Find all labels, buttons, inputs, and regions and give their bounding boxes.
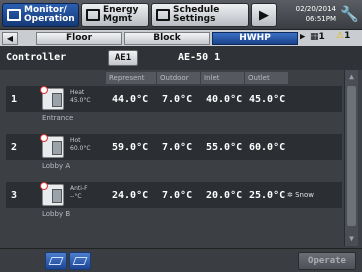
row-number: 2 <box>11 142 18 153</box>
mode-text: Heat <box>70 89 85 96</box>
mode-text: Anti-F <box>70 185 88 192</box>
tab-floor-label: Floor <box>65 33 93 43</box>
setpoint-text: --°C <box>70 193 82 200</box>
monitor-label-line2: Operation <box>24 14 75 24</box>
chevron-right-icon: ▶ <box>300 32 306 42</box>
wrench-icon[interactable]: 🔧 <box>340 5 359 23</box>
controller-row: Controller AE1 AE-50 1 <box>0 46 362 70</box>
setpoint-text: 60.0°C <box>70 145 91 152</box>
setpoint-text: 45.0°C <box>70 97 91 104</box>
snow-label: Snow <box>295 191 314 199</box>
heat-pump-icon <box>40 86 64 110</box>
warning-icon: ⚠ <box>336 31 345 41</box>
unit-name: Entrance <box>42 114 74 122</box>
tab-hwhp[interactable]: HWHP <box>212 32 298 45</box>
hwhp-list: Represent Outdoor Inlet Outlet 1 Heat 45… <box>6 72 342 248</box>
controller-button-label: AE1 <box>114 53 132 63</box>
mode-text: Hot <box>70 137 81 144</box>
energy-mgmt-button[interactable]: Energy Mgmt <box>81 3 149 27</box>
next-menu-button[interactable]: ▶ <box>251 3 277 27</box>
outlet-temp: 60.0°C <box>249 142 286 153</box>
status-badge <box>40 86 48 94</box>
list-item[interactable]: 1 Heat 45.0°C 44.0°C 7.0°C 40.0°C 45.0°C… <box>6 86 342 128</box>
represent-temp: 24.0°C <box>112 190 149 201</box>
energy-label-line2: Mgmt <box>103 14 133 24</box>
tab-row: ◀ Floor Block HWHP ▶ ▦1 ⚠1 <box>0 30 362 46</box>
operate-button[interactable]: Operate <box>298 252 356 270</box>
tab-block[interactable]: Block <box>124 32 210 45</box>
bottom-bar: Operate <box>0 248 362 272</box>
col-header-represent: Represent <box>106 72 156 84</box>
view-mode-b-button[interactable] <box>69 252 91 270</box>
group-count-indicator[interactable]: ▦1 <box>310 32 325 42</box>
col-header-outlet: Outlet <box>245 72 288 84</box>
status-badge <box>40 182 48 190</box>
status-badge <box>40 134 48 142</box>
fan-icon: ✲ <box>287 191 293 199</box>
inlet-temp: 20.0°C <box>206 190 243 201</box>
col-header-inlet: Inlet <box>201 72 244 84</box>
row-number: 3 <box>11 190 18 201</box>
unit-name: Lobby A <box>42 162 71 170</box>
controller-select-button[interactable]: AE1 <box>108 50 138 66</box>
schedule-settings-button[interactable]: Schedule Settings <box>151 3 249 27</box>
unit-name: Lobby B <box>42 210 71 218</box>
controller-name: AE-50 1 <box>178 52 221 63</box>
inlet-temp: 55.0°C <box>206 142 243 153</box>
outdoor-temp: 7.0°C <box>162 142 193 153</box>
energy-icon <box>86 9 100 21</box>
alert-count: 1 <box>344 31 351 41</box>
scroll-down-icon[interactable]: ▼ <box>345 232 358 246</box>
monitor-operation-button[interactable]: Monitor/ Operation <box>2 3 79 27</box>
mode-info: Hot 60.0°C <box>70 137 91 153</box>
view-mode-a-button[interactable] <box>45 252 67 270</box>
time-text: 06:51PM <box>305 15 336 23</box>
tab-prev-button[interactable]: ◀ <box>2 32 18 45</box>
represent-temp: 59.0°C <box>112 142 149 153</box>
mode-info: Anti-F --°C <box>70 185 88 201</box>
alert-indicator[interactable]: ⚠1 <box>336 31 350 41</box>
schedule-label-line2: Settings <box>173 14 216 24</box>
tab-block-label: Block <box>153 33 181 43</box>
col-header-outdoor: Outdoor <box>157 72 200 84</box>
play-icon: ▶ <box>259 7 269 23</box>
list-item[interactable]: 3 Anti-F --°C 24.0°C 7.0°C 20.0°C 25.0°C… <box>6 182 342 224</box>
grid-view-icon <box>48 257 64 265</box>
list-item[interactable]: 2 Hot 60.0°C 59.0°C 7.0°C 55.0°C 60.0°C … <box>6 134 342 176</box>
schedule-icon <box>156 9 170 21</box>
chevron-left-icon: ◀ <box>6 34 14 43</box>
row-number: 1 <box>11 94 18 105</box>
snow-mode-indicator: ✲ Snow <box>287 191 314 199</box>
tab-floor[interactable]: Floor <box>36 32 122 45</box>
scroll-thumb[interactable] <box>347 86 356 226</box>
outlet-temp: 45.0°C <box>249 94 286 105</box>
mode-info: Heat 45.0°C <box>70 89 91 105</box>
heat-pump-icon <box>40 182 64 206</box>
list-scrollbar[interactable]: ▲ ▼ <box>344 70 358 246</box>
heat-pump-icon <box>40 134 64 158</box>
outdoor-temp: 7.0°C <box>162 94 193 105</box>
represent-temp: 44.0°C <box>112 94 149 105</box>
top-toolbar: Monitor/ Operation Energy Mgmt Schedule … <box>0 0 362 30</box>
monitor-icon <box>7 9 21 21</box>
operate-label: Operate <box>308 256 346 266</box>
group-icon: ▦ <box>310 32 319 42</box>
inlet-temp: 40.0°C <box>206 94 243 105</box>
group-count: 1 <box>318 32 325 42</box>
date-text: 02/20/2014 <box>295 5 336 13</box>
outdoor-temp: 7.0°C <box>162 190 193 201</box>
list-view-icon <box>72 257 88 265</box>
datetime-display: 02/20/2014 06:51PM <box>280 4 336 26</box>
controller-label: Controller <box>6 52 67 63</box>
outlet-temp: 25.0°C <box>249 190 286 201</box>
scroll-up-icon[interactable]: ▲ <box>345 70 358 84</box>
tab-next-button[interactable]: ▶ <box>300 32 305 42</box>
tab-hwhp-label: HWHP <box>239 33 271 43</box>
